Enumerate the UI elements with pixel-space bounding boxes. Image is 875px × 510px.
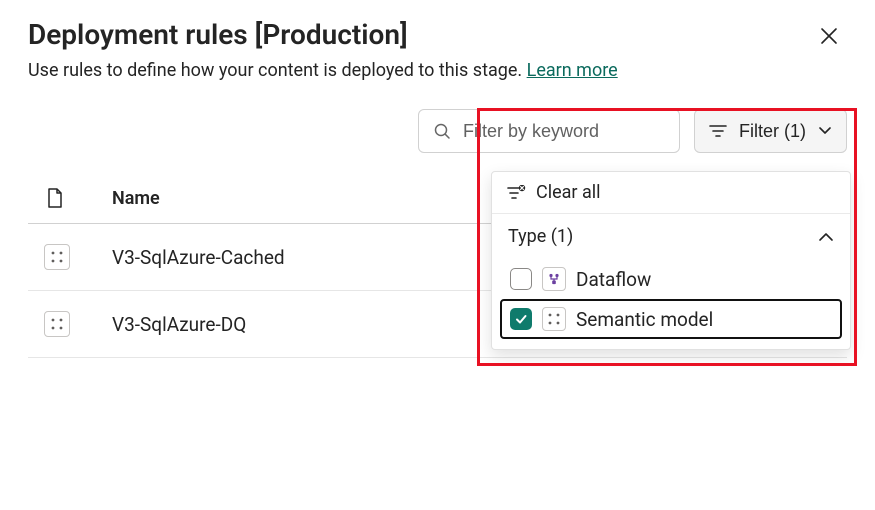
search-box[interactable]	[418, 109, 680, 153]
search-input[interactable]	[461, 120, 665, 143]
filter-option-dataflow[interactable]: Dataflow	[500, 259, 842, 299]
chevron-down-icon	[818, 126, 832, 136]
toolbar: Filter (1)	[28, 109, 847, 153]
semantic-model-icon	[44, 311, 70, 337]
filter-option-label: Semantic model	[576, 308, 713, 331]
filter-dropdown: Clear all Type (1) Dataflow	[491, 171, 851, 350]
document-icon	[46, 187, 98, 209]
filter-icon	[709, 124, 727, 138]
chevron-up-icon	[818, 232, 834, 242]
filter-button[interactable]: Filter (1)	[694, 109, 847, 153]
filter-button-label: Filter (1)	[739, 121, 806, 142]
learn-more-link[interactable]: Learn more	[527, 60, 618, 81]
semantic-model-icon	[44, 244, 70, 270]
filter-option-label: Dataflow	[576, 268, 651, 291]
close-icon	[820, 27, 838, 45]
close-button[interactable]	[811, 18, 847, 54]
filter-option-semantic-model[interactable]: Semantic model	[500, 299, 842, 339]
clear-all-label: Clear all	[536, 182, 601, 203]
filter-section-type[interactable]: Type (1)	[492, 214, 850, 255]
search-icon	[433, 122, 451, 140]
filter-section-label: Type (1)	[508, 226, 573, 247]
clear-filter-icon	[506, 185, 526, 201]
dataflow-icon	[542, 267, 566, 291]
clear-all-button[interactable]: Clear all	[492, 172, 850, 214]
page-subtitle: Use rules to define how your content is …	[28, 60, 847, 81]
subtitle-text: Use rules to define how your content is …	[28, 60, 522, 81]
semantic-model-icon	[542, 307, 566, 331]
checkbox-checked[interactable]	[510, 308, 532, 330]
checkbox-unchecked[interactable]	[510, 268, 532, 290]
page-title: Deployment rules [Production]	[28, 18, 408, 51]
